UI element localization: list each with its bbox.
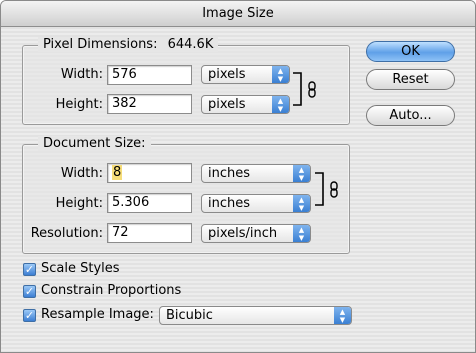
constrain-proportions-checkbox[interactable]: ✓ [23,285,36,298]
chain-link-icon [308,81,316,98]
doc-width-input[interactable]: 8 [107,163,192,183]
checkmark-icon: ✓ [24,309,35,322]
resolution-input[interactable]: 72 [107,223,192,243]
chain-link-icon [330,181,338,198]
doc-width-value: 8 [112,165,123,180]
reset-button[interactable]: Reset [366,69,455,90]
pixel-dimensions-label: Pixel Dimensions: [43,37,158,52]
doc-height-unit-select[interactable]: inches ▲ ▼ [201,194,311,213]
pixel-height-unit-select[interactable]: pixels ▲ ▼ [201,95,290,114]
pixel-dimensions-size: 644.6K [167,37,214,52]
pixel-width-unit-value: pixels [208,67,246,82]
resolution-label: Resolution: [30,226,103,241]
checkmark-icon: ✓ [24,285,35,298]
updown-arrows-icon: ▲ ▼ [293,195,310,212]
pixel-height-input[interactable]: 382 [107,94,192,114]
pixel-width-label: Width: [60,67,103,82]
ok-button[interactable]: OK [366,41,455,62]
resample-method-select[interactable]: Bicubic ▲ ▼ [159,306,352,325]
resolution-unit-value: pixels/inch [208,226,278,241]
doc-height-unit-value: inches [208,196,251,211]
doc-width-label: Width: [60,166,103,181]
updown-arrows-icon: ▲ ▼ [293,165,310,182]
auto-button[interactable]: Auto... [366,105,455,126]
pixel-height-label: Height: [55,97,103,112]
doc-width-unit-value: inches [208,166,251,181]
resample-method-value: Bicubic [166,308,213,323]
image-size-dialog: Image Size Pixel Dimensions: 644.6K Widt… [0,0,476,353]
doc-height-input[interactable]: 5.306 [107,193,192,213]
updown-arrows-icon: ▲ ▼ [272,66,289,83]
pixel-width-input[interactable]: 576 [107,65,192,85]
resolution-unit-select[interactable]: pixels/inch ▲ ▼ [201,224,311,243]
dialog-title: Image Size [1,1,475,27]
pixel-width-unit-select[interactable]: pixels ▲ ▼ [201,65,290,84]
resample-image-label: Resample Image: [41,307,154,322]
resample-image-checkbox[interactable]: ✓ [23,309,36,322]
pixel-dimensions-legend: Pixel Dimensions: 644.6K [38,37,219,52]
scale-styles-checkbox[interactable]: ✓ [23,263,36,276]
doc-width-unit-select[interactable]: inches ▲ ▼ [201,164,311,183]
pixel-height-unit-value: pixels [208,97,246,112]
updown-arrows-icon: ▲ ▼ [272,96,289,113]
scale-styles-label: Scale Styles [41,261,120,276]
doc-height-label: Height: [55,196,103,211]
constrain-proportions-label: Constrain Proportions [41,283,182,298]
checkmark-icon: ✓ [24,263,35,276]
updown-arrows-icon: ▲ ▼ [334,307,351,324]
updown-arrows-icon: ▲ ▼ [293,225,310,242]
document-size-legend: Document Size: [38,136,151,151]
